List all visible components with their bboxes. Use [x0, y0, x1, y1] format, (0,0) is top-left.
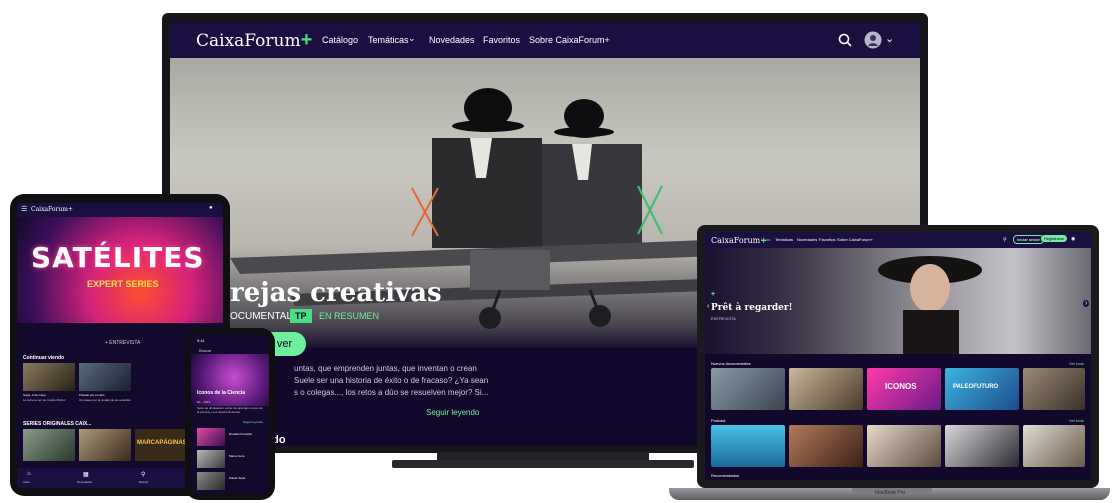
phone-screen: 9:41 Buscar Iconos de la Ciencia E1 · 20… [191, 334, 269, 494]
laptop-nav-tematicas[interactable]: Temáticas [775, 237, 793, 242]
globe-icon[interactable]: ◉ [1071, 236, 1075, 242]
read-more-link[interactable]: Seguir leyendo [426, 408, 479, 417]
user-icon[interactable]: ● [209, 205, 213, 211]
menu-icon[interactable]: ☰ [21, 205, 27, 213]
row-more-docs[interactable]: Ver todo [1069, 361, 1084, 366]
tab-inicio[interactable]: Inicio [23, 480, 30, 484]
continue-watching-title: Continuar viendo [23, 355, 65, 361]
chevron-down-icon[interactable]: ⌄ [885, 32, 894, 45]
podcast-thumb-2[interactable] [789, 425, 863, 467]
tablet-hero: SATÉLITES EXPERT SERIES [17, 217, 223, 323]
tablet-navbar: ☰ CaixaForum+ ● [17, 203, 223, 217]
tv-navbar: CaixaForum+ Catálogo Temáticas ⌄ Novedad… [170, 22, 920, 58]
doc-thumb-iconos[interactable]: ICONOS [867, 368, 941, 410]
tv-foot [392, 460, 694, 468]
login-button[interactable]: Iniciar sesión [1013, 235, 1045, 244]
doc-thumb-2[interactable] [789, 368, 863, 410]
podcast-thumb-3[interactable] [867, 425, 941, 467]
phone-title: Iconos de la Ciencia [197, 390, 246, 396]
phone-meta: E1 · 2023 [197, 400, 211, 404]
laptop-nav-inicio[interactable]: Inicio [761, 237, 770, 242]
hero-portrait [878, 256, 982, 354]
episode-2-title[interactable]: Marie Curie [229, 454, 245, 458]
tab-buscar[interactable]: Buscar [139, 480, 148, 484]
row-title-recomendados: Recomendados [711, 473, 740, 478]
laptop-screen: CaixaForum+ Inicio Temáticas Novedades F… [705, 232, 1091, 480]
laptop-nav-sobre[interactable]: Sobre CaixaForum+ [837, 237, 873, 242]
search-icon[interactable] [838, 33, 852, 47]
search-icon[interactable]: ⚲ [141, 471, 145, 478]
summary-link[interactable]: EN RESUMEN [319, 311, 379, 321]
chevron-down-icon[interactable]: ⌄ [408, 33, 416, 44]
tv-nav-novedades[interactable]: Novedades [429, 35, 475, 45]
tab-novedades[interactable]: Novedades [77, 480, 92, 484]
laptop-logo[interactable]: CaixaForum+ [711, 235, 767, 245]
laptop-hero-title: Prêt à regarder! [711, 303, 793, 313]
laptop-hero-genre: ENTREVISTA [711, 316, 736, 321]
tablet-hero-tag: + ENTREVISTA [105, 340, 141, 346]
signup-button[interactable]: Registrarse [1041, 235, 1068, 242]
doc-thumb-1[interactable] [711, 368, 785, 410]
doc-thumb-5[interactable] [1023, 368, 1085, 410]
episode-thumb-2[interactable] [197, 450, 225, 468]
laptop-hero: + Prêt à regarder! ENTREVISTA ‹ › [705, 248, 1091, 354]
doc-thumb-paleofuturo[interactable]: PALEOFUTURO [945, 368, 1019, 410]
continue-card-2[interactable] [79, 363, 131, 391]
episode-thumb-3[interactable] [197, 472, 225, 490]
continue-card-1[interactable] [23, 363, 75, 391]
phone-hero [191, 354, 269, 406]
hero-genre: OCUMENTAL [230, 311, 293, 322]
row-title-docs: Nuevos documentales [711, 361, 751, 366]
laptop-model-label: MacBook Pro [875, 490, 906, 496]
episode-3-title[interactable]: Nikola Tesla [229, 476, 245, 480]
hero-description: untas, que emprenden juntas, que inventa… [294, 364, 489, 397]
row-title-podcast: Podcast [711, 418, 726, 423]
hero-title: rejas creativas [230, 278, 442, 308]
laptop-nav-novedades[interactable]: Novedades [797, 237, 817, 242]
podcast-thumb-5[interactable] [1023, 425, 1085, 467]
phone-search[interactable]: Buscar [199, 348, 211, 353]
series-title: SERIES ORIGINALES CAIX... [23, 421, 92, 427]
rating-badge: TP [290, 309, 312, 323]
tv-nav-tematicas[interactable]: Temáticas [368, 35, 409, 45]
continue-card-2-title: Pulsear por el cielo [79, 393, 105, 397]
tv-nav-favoritos[interactable]: Favoritos [483, 35, 520, 45]
podcast-thumb-1[interactable] [711, 425, 785, 467]
continue-card-2-subtitle: Un paseo por la ciudad de las estrellas [79, 398, 131, 402]
home-icon[interactable]: ⌂ [27, 471, 31, 477]
tablet-logo[interactable]: CaixaForum+ [31, 206, 73, 213]
chevron-left-icon[interactable]: ‹ [707, 303, 709, 310]
grid-icon[interactable]: ▦ [83, 471, 89, 478]
search-icon[interactable]: ⚲ [1003, 237, 1007, 243]
tv-logo[interactable]: CaixaForum+ [196, 29, 312, 52]
laptop-nav-favoritos[interactable]: Favoritos [819, 237, 835, 242]
episode-thumb-1[interactable] [197, 428, 225, 446]
tablet-hero-subtitle: EXPERT SERIES [87, 279, 159, 289]
phone-description: Serie de divulgación sobre los grandes i… [197, 406, 263, 414]
tablet-hero-title: SATÉLITES [31, 241, 205, 274]
series-card-2[interactable] [79, 429, 131, 461]
tv-nav-catalogo[interactable]: Catálogo [322, 35, 358, 45]
episode-1-title[interactable]: Rosalind Franklin [229, 432, 252, 436]
continue-card-1-title: Gaya, 3 de mayo [23, 393, 46, 397]
series-card-1[interactable] [23, 429, 75, 461]
tv-nav-sobre[interactable]: Sobre CaixaForum+ [529, 35, 610, 45]
status-time: 9:41 [197, 338, 205, 343]
hero-plus-icon: + [711, 291, 716, 298]
continue-card-1-subtitle: La tercera vez de Carlos Muñoz [23, 398, 66, 402]
row-more-podcast[interactable]: Ver todo [1069, 418, 1084, 423]
avatar-icon[interactable] [864, 31, 882, 49]
phone-read-more[interactable]: Seguir leyendo [243, 420, 263, 424]
chevron-right-icon[interactable]: › [1083, 300, 1090, 307]
podcast-thumb-4[interactable] [945, 425, 1019, 467]
laptop-navbar: CaixaForum+ Inicio Temáticas Novedades F… [705, 232, 1091, 248]
